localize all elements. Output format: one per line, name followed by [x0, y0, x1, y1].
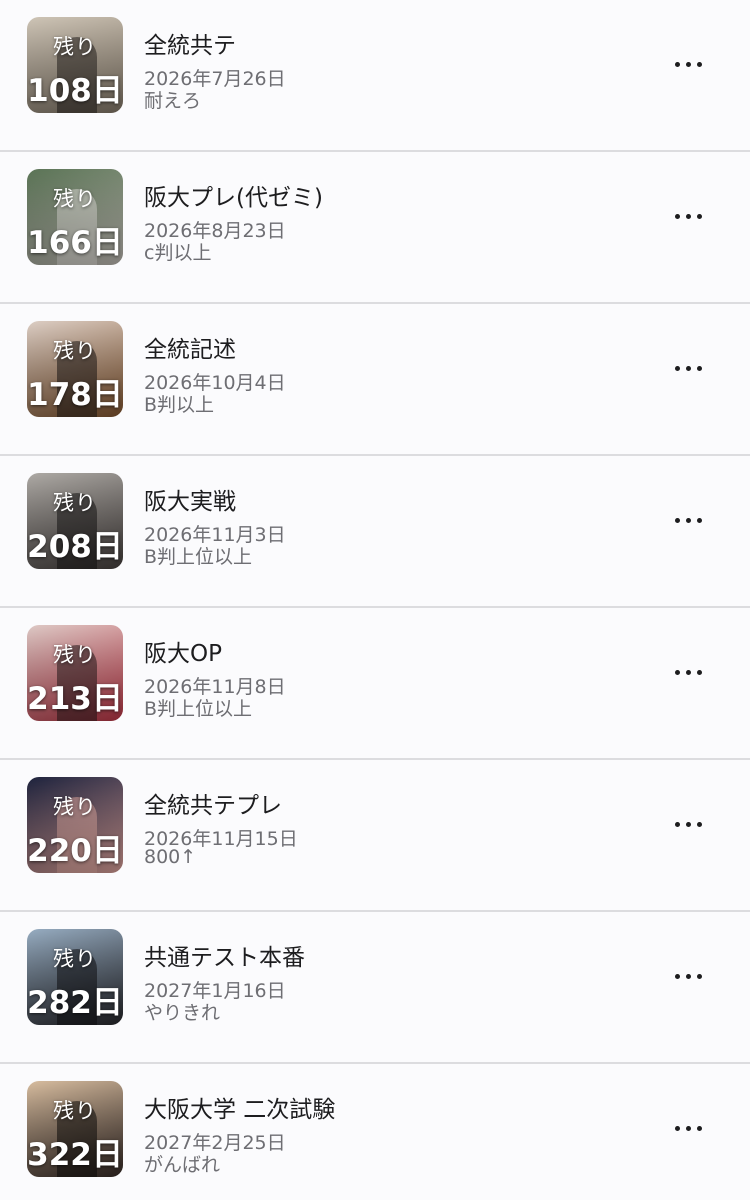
event-title: 共通テスト本番 — [144, 945, 305, 971]
days-remaining: 213日 — [27, 681, 123, 717]
remaining-label: 残り — [53, 35, 97, 59]
ellipsis-icon — [674, 61, 680, 67]
event-thumbnail: 残り 220日 — [27, 777, 123, 873]
list-item[interactable]: 残り 282日 共通テスト本番 2027年1月16日 やりきれ — [0, 912, 750, 1064]
ellipsis-icon — [674, 821, 680, 827]
days-remaining: 322日 — [27, 1137, 123, 1173]
event-note: c判以上 — [144, 242, 212, 264]
list-item[interactable]: 残り 220日 全統共テプレ 2026年11月15日 800↑ — [0, 760, 750, 912]
list-item[interactable]: 残り 213日 阪大OP 2026年11月8日 B判上位以上 — [0, 608, 750, 760]
event-note: やりきれ — [144, 1002, 221, 1024]
event-title: 阪大OP — [144, 641, 222, 667]
more-options-button[interactable] — [666, 194, 710, 238]
event-thumbnail: 残り 282日 — [27, 929, 123, 1025]
days-remaining: 208日 — [27, 529, 123, 565]
remaining-label: 残り — [53, 339, 97, 363]
more-options-button[interactable] — [666, 1106, 710, 1150]
remaining-label: 残り — [53, 643, 97, 667]
countdown-list: 残り 108日 全統共テ 2026年7月26日 耐えろ 残り 166日 阪大プレ… — [0, 0, 750, 1200]
event-note: 耐えろ — [144, 90, 202, 112]
days-remaining: 282日 — [27, 985, 123, 1021]
event-title: 全統共テ — [144, 33, 236, 59]
remaining-label: 残り — [53, 1099, 97, 1123]
ellipsis-icon — [674, 213, 680, 219]
event-thumbnail: 残り 322日 — [27, 1081, 123, 1177]
ellipsis-icon — [674, 1125, 680, 1131]
list-item[interactable]: 残り 178日 全統記述 2026年10月4日 B判以上 — [0, 304, 750, 456]
event-title: 大阪大学 二次試験 — [144, 1097, 336, 1123]
event-thumbnail: 残り 108日 — [27, 17, 123, 113]
event-thumbnail: 残り 208日 — [27, 473, 123, 569]
event-note: B判以上 — [144, 394, 215, 416]
event-note: B判上位以上 — [144, 698, 253, 720]
remaining-label: 残り — [53, 795, 97, 819]
days-remaining: 178日 — [27, 377, 123, 413]
event-note: B判上位以上 — [144, 546, 253, 568]
event-title: 阪大実戦 — [144, 489, 236, 515]
event-note: がんばれ — [144, 1154, 221, 1176]
event-thumbnail: 残り 213日 — [27, 625, 123, 721]
more-options-button[interactable] — [666, 954, 710, 998]
list-item[interactable]: 残り 208日 阪大実戦 2026年11月3日 B判上位以上 — [0, 456, 750, 608]
more-options-button[interactable] — [666, 650, 710, 694]
remaining-label: 残り — [53, 947, 97, 971]
more-options-button[interactable] — [666, 498, 710, 542]
event-note: 800↑ — [144, 846, 197, 868]
remaining-label: 残り — [53, 187, 97, 211]
ellipsis-icon — [674, 365, 680, 371]
more-options-button[interactable] — [666, 346, 710, 390]
remaining-label: 残り — [53, 491, 97, 515]
event-thumbnail: 残り 166日 — [27, 169, 123, 265]
event-thumbnail: 残り 178日 — [27, 321, 123, 417]
event-title: 全統記述 — [144, 337, 236, 363]
event-title: 全統共テプレ — [144, 793, 282, 819]
days-remaining: 108日 — [27, 73, 123, 109]
ellipsis-icon — [674, 669, 680, 675]
list-item[interactable]: 残り 322日 大阪大学 二次試験 2027年2月25日 がんばれ — [0, 1064, 750, 1200]
days-remaining: 220日 — [27, 833, 123, 869]
list-item[interactable]: 残り 166日 阪大プレ(代ゼミ) 2026年8月23日 c判以上 — [0, 152, 750, 304]
event-title: 阪大プレ(代ゼミ) — [144, 185, 323, 211]
ellipsis-icon — [674, 973, 680, 979]
ellipsis-icon — [674, 517, 680, 523]
list-item[interactable]: 残り 108日 全統共テ 2026年7月26日 耐えろ — [0, 0, 750, 152]
more-options-button[interactable] — [666, 42, 710, 86]
more-options-button[interactable] — [666, 802, 710, 846]
days-remaining: 166日 — [27, 225, 123, 261]
